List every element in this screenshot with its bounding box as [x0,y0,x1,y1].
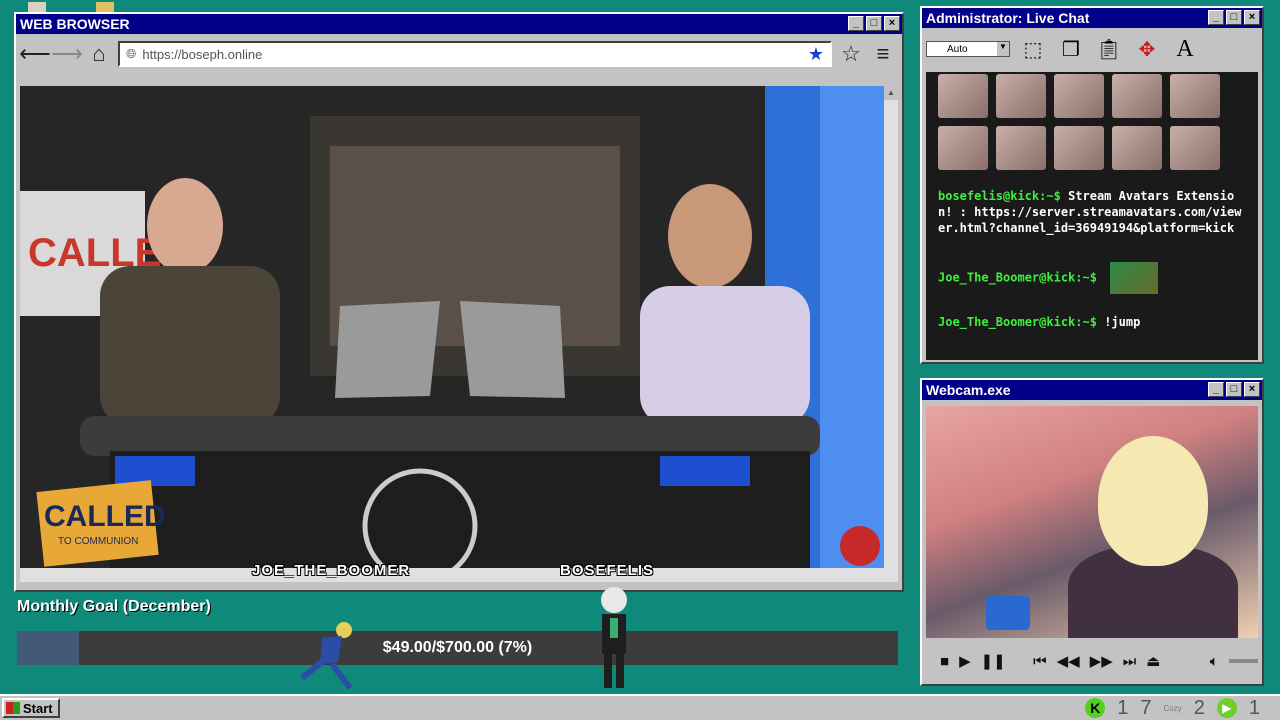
browser-toolbar: ⟵ ⟶ ⌂ 🌐︎ https://boseph.online ★ ☆ ≡ [16,34,902,74]
kick-logo-icon: K [1085,698,1106,718]
avatar-nametag: JOE_THE_BOOMER [252,562,411,579]
chat-titlebar[interactable]: Administrator: Live Chat _ □ × [922,8,1262,28]
ewtn-logo-icon [840,526,880,566]
system-tray: K 1 7 Cozy 2 ▶ 1 [1085,696,1260,720]
start-button[interactable]: Start [2,698,60,718]
cat-emote [1170,74,1220,118]
start-label: Start [23,700,53,716]
chat-text: !jump [1104,315,1141,329]
globe-icon: 🌐︎ [126,46,137,61]
vertical-scrollbar[interactable]: ▲ [884,86,898,582]
cat-emote [938,74,988,118]
font-size-select[interactable]: Auto ▼ [926,41,1010,57]
minimize-button[interactable]: _ [1208,382,1224,397]
close-button[interactable]: × [1244,382,1260,397]
rewind-icon[interactable]: ◀◀ [1057,652,1080,670]
minimize-button[interactable]: _ [1208,10,1224,25]
cat-emote [996,74,1046,118]
maximize-button[interactable]: □ [1226,10,1242,25]
video-player[interactable]: CALLED CALLED TO COMMUNION [20,86,886,568]
font-icon[interactable]: A [1170,34,1200,64]
browser-titlebar[interactable]: WEB BROWSER _ □ × [16,14,902,34]
chat-messages[interactable]: bosefelis@kick:~$ Stream Avatars Extensi… [926,72,1258,360]
close-button[interactable]: × [1244,10,1260,25]
chat-message: bosefelis@kick:~$ Stream Avatars Extensi… [926,188,1258,236]
standing-avatar-sprite [601,587,627,688]
viewer-count: 1 [1117,696,1129,719]
url-text: https://boseph.online [142,46,263,62]
browser-window: WEB BROWSER _ □ × ⟵ ⟶ ⌂ 🌐︎ https://bosep… [14,12,904,592]
chat-message: Joe_The_Boomer@kick:~$ [926,262,1258,294]
chat-title: Administrator: Live Chat [926,10,1090,26]
webcam-view [926,406,1258,638]
fast-forward-icon[interactable]: ▶▶ [1090,652,1113,670]
live-chat-window: Administrator: Live Chat _ □ × Auto ▼ ⬚ … [920,6,1264,364]
chat-username: Joe_The_Boomer@kick:~$ [938,315,1097,329]
running-avatar-sprite [300,622,353,690]
bookmark-star-icon[interactable]: ☆ [838,41,864,67]
forward-arrow-icon[interactable]: ⟶ [51,41,83,67]
goal-title: Monthly Goal (December) [17,598,211,615]
minimize-button[interactable]: _ [848,16,864,31]
tray-count: 1 [1248,696,1260,719]
menu-icon[interactable]: ≡ [870,41,896,67]
chat-username: Joe_The_Boomer@kick:~$ [938,270,1097,285]
avatar-nametag: BOSEFELIS [560,562,655,579]
horizontal-scrollbar[interactable] [20,568,886,582]
webcam-titlebar[interactable]: Webcam.exe _ □ × [922,380,1262,400]
move-icon[interactable]: ✥ [1132,34,1162,64]
bookmarked-star-icon[interactable]: ★ [808,44,824,65]
cat-emote [1112,74,1162,118]
play-circle-icon: ▶ [1216,698,1237,718]
maximize-button[interactable]: □ [1226,382,1242,397]
back-arrow-icon[interactable]: ⟵ [19,41,51,67]
cat-emote [1112,126,1162,170]
avatar-head [1098,436,1208,566]
webcam-window: Webcam.exe _ □ × ■ ▶ ❚❚ ⏮︎ ◀◀ ▶▶ ⏭︎ ⏏︎ 🔈… [920,378,1264,686]
chevron-down-icon: ▼ [997,42,1009,56]
stop-icon[interactable]: ■ [940,653,949,670]
viewer-count: 7 [1140,696,1152,719]
browser-title: WEB BROWSER [20,16,130,32]
cat-emote [1054,74,1104,118]
home-icon[interactable]: ⌂ [86,41,112,67]
chat-toolbar: Auto ▼ ⬚ ❐ 📋︎ ✥ A [922,28,1262,70]
maximize-button[interactable]: □ [866,16,882,31]
webcam-title: Webcam.exe [926,382,1011,398]
volume-slider[interactable] [1228,659,1258,663]
skip-back-icon[interactable]: ⏮︎ [1033,653,1047,670]
mug-icon [986,596,1030,630]
address-bar[interactable]: 🌐︎ https://boseph.online ★ [118,41,832,67]
follower-count: 2 [1193,696,1205,719]
paste-icon[interactable]: 📋︎ [1094,34,1124,64]
font-size-value: Auto [947,43,968,55]
goal-progress-bar: $49.00/$700.00 (7%) [17,631,898,665]
cozy-label: Cozy [1163,703,1182,713]
called-logo-text: CALLED [44,500,166,533]
chat-message: Joe_The_Boomer@kick:~$ !jump [926,314,1258,330]
copy-icon[interactable]: ❐ [1056,34,1086,64]
cat-emote [1054,126,1104,170]
media-controls: ■ ▶ ❚❚ ⏮︎ ◀◀ ▶▶ ⏭︎ ⏏︎ 🔈︎ [926,644,1258,678]
chat-username: bosefelis@kick:~$ [938,189,1061,203]
cat-emote [938,126,988,170]
eject-icon[interactable]: ⏏︎ [1146,652,1160,670]
emote-grid [926,72,1258,172]
select-icon[interactable]: ⬚ [1018,34,1048,64]
volume-icon[interactable]: 🔈︎ [1210,653,1219,670]
windows-logo-icon [6,702,20,714]
play-icon[interactable]: ▶ [959,652,971,670]
stream-video-frame: CALLED CALLED TO COMMUNION [20,86,886,568]
skip-forward-icon[interactable]: ⏭︎ [1123,653,1137,670]
frog-emote [1110,262,1159,294]
close-button[interactable]: × [884,16,900,31]
cat-emote [996,126,1046,170]
pause-icon[interactable]: ❚❚ [981,652,1006,670]
called-logo-subtext: TO COMMUNION [58,536,138,547]
goal-progress-text: $49.00/$700.00 (7%) [382,639,533,656]
taskbar: Start K 1 7 Cozy 2 ▶ 1 [0,694,1280,720]
cat-emote [1170,126,1220,170]
